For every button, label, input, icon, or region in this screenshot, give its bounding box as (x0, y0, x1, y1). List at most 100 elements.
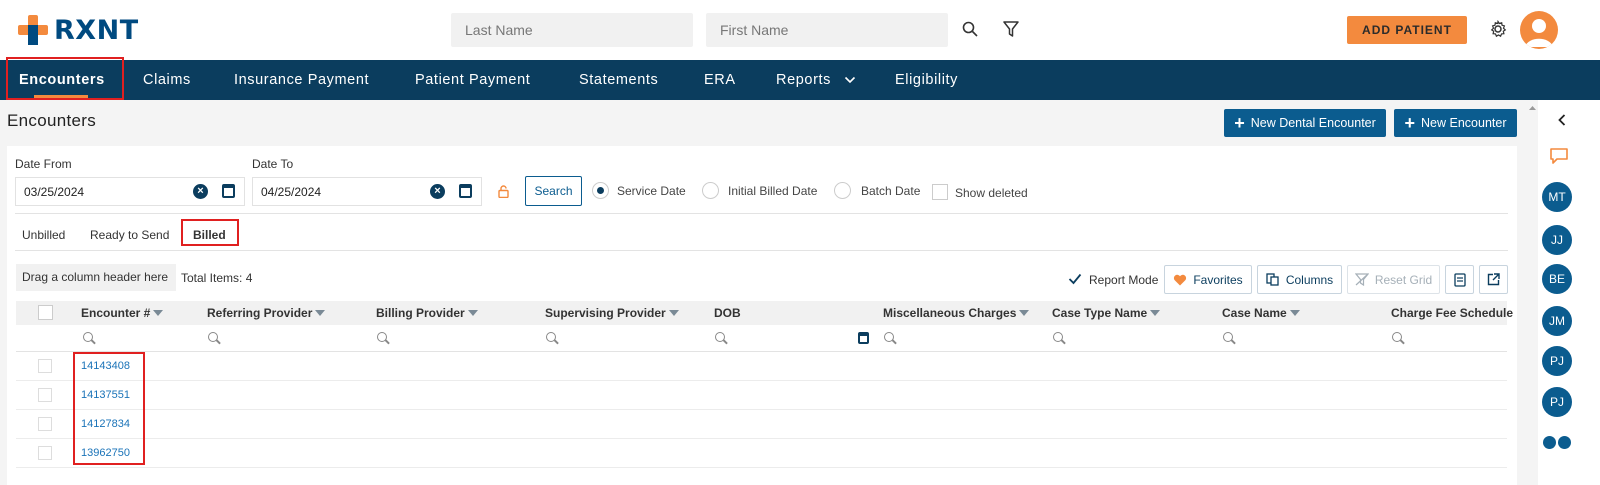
mini-avatar[interactable] (1558, 436, 1571, 449)
report-mode-label[interactable]: Report Mode (1089, 273, 1158, 287)
export-excel-button[interactable] (1445, 265, 1474, 294)
mini-avatar[interactable] (1543, 436, 1556, 449)
chevron-left-icon[interactable] (1555, 112, 1569, 128)
col-billing-provider[interactable]: Billing Provider (376, 306, 478, 320)
search-icon[interactable] (1392, 332, 1402, 342)
nav-claims[interactable]: Claims (143, 60, 191, 100)
col-encounter-number[interactable]: Encounter # (81, 306, 164, 320)
plus-icon: + (1234, 113, 1245, 133)
search-icon[interactable] (546, 332, 556, 342)
search-icon[interactable] (1223, 332, 1233, 342)
table-row[interactable]: 14143408 (16, 352, 1507, 381)
filter-icon[interactable] (153, 310, 164, 316)
user-initials-badge[interactable]: BE (1542, 264, 1572, 294)
date-from-value: 03/25/2024 (24, 185, 85, 199)
nav-reports[interactable]: Reports (776, 60, 856, 100)
filter-icon[interactable] (1019, 310, 1030, 316)
nav-patient-payment[interactable]: Patient Payment (415, 60, 530, 100)
row-checkbox[interactable] (38, 359, 52, 373)
tab-billed[interactable]: Billed (193, 228, 226, 242)
col-case-name[interactable]: Case Name (1222, 306, 1300, 320)
date-to-field[interactable]: 04/25/2024 × (252, 177, 482, 206)
add-patient-button[interactable]: ADD PATIENT (1347, 16, 1467, 44)
user-initials-badge[interactable]: PJ (1542, 346, 1572, 376)
filter-icon[interactable] (1150, 310, 1161, 316)
service-date-radio[interactable] (592, 182, 609, 199)
col-referring-provider[interactable]: Referring Provider (207, 306, 326, 320)
date-from-field[interactable]: 03/25/2024 × (15, 177, 245, 206)
nav-statements[interactable]: Statements (579, 60, 658, 100)
new-dental-encounter-button[interactable]: + New Dental Encounter (1224, 109, 1386, 137)
clear-icon[interactable]: × (193, 184, 208, 199)
filter-icon[interactable] (315, 310, 326, 316)
date-to-label: Date To (252, 157, 294, 171)
col-miscellaneous-charges[interactable]: Miscellaneous Charges (883, 306, 1030, 320)
columns-button[interactable]: Columns (1257, 265, 1342, 294)
filter-icon[interactable] (668, 310, 679, 316)
scrollbar[interactable] (1527, 100, 1538, 485)
search-icon[interactable] (715, 332, 725, 342)
encounter-link[interactable]: 14137551 (81, 389, 130, 401)
last-name-input[interactable] (451, 13, 693, 47)
encounter-link[interactable]: 14127834 (81, 418, 130, 430)
first-name-input[interactable] (706, 13, 948, 47)
calendar-icon[interactable] (222, 184, 235, 198)
col-charge-fee-schedule[interactable]: Charge Fee Schedule (1391, 306, 1513, 320)
nav-insurance-payment[interactable]: Insurance Payment (234, 60, 369, 100)
row-checkbox[interactable] (38, 388, 52, 402)
chevron-down-icon (844, 76, 855, 84)
table-row[interactable]: 13962750 (16, 439, 1507, 468)
unlock-icon[interactable] (496, 183, 510, 199)
row-checkbox[interactable] (38, 417, 52, 431)
batch-date-radio[interactable] (834, 182, 851, 199)
encounter-link[interactable]: 14143408 (81, 360, 130, 372)
filter-icon[interactable] (1001, 19, 1021, 39)
nav-encounters[interactable]: Encounters (19, 60, 105, 100)
date-search-button[interactable]: Search (525, 176, 582, 206)
export-button[interactable] (1479, 265, 1508, 294)
search-icon[interactable] (1053, 332, 1063, 342)
user-initials-badge[interactable]: PJ (1542, 387, 1572, 417)
calendar-icon[interactable] (858, 332, 869, 344)
user-initials-badge[interactable]: JM (1542, 306, 1572, 336)
clear-icon[interactable]: × (430, 184, 445, 199)
col-label: Charge Fee Schedule (1391, 306, 1514, 320)
filter-icon[interactable] (467, 310, 478, 316)
nav-eligibility[interactable]: Eligibility (895, 60, 958, 100)
check-icon[interactable] (1067, 271, 1083, 287)
rxnt-logo[interactable]: RXNT (18, 14, 139, 46)
filter-icon[interactable] (1289, 310, 1300, 316)
row-checkbox[interactable] (38, 446, 52, 460)
user-icon (1525, 19, 1553, 47)
user-initials-badge[interactable]: MT (1542, 182, 1572, 212)
col-case-type-name[interactable]: Case Type Name (1052, 306, 1161, 320)
search-icon[interactable] (208, 332, 218, 342)
nav-era[interactable]: ERA (704, 60, 736, 100)
table-row[interactable]: 14137551 (16, 381, 1507, 410)
initial-billed-date-radio[interactable] (702, 182, 719, 199)
show-deleted-checkbox[interactable] (932, 184, 948, 200)
select-all-checkbox[interactable] (38, 305, 53, 320)
table-row[interactable]: 14127834 (16, 410, 1507, 439)
reset-grid-button[interactable]: Reset Grid (1347, 265, 1440, 294)
tab-ready-to-send[interactable]: Ready to Send (90, 228, 169, 242)
col-dob[interactable]: DOB (714, 306, 741, 320)
calendar-icon[interactable] (459, 184, 472, 198)
user-initials-badge[interactable]: JJ (1542, 225, 1572, 255)
medical-cross-icon (18, 15, 48, 45)
chat-icon[interactable] (1548, 146, 1570, 166)
user-avatar[interactable] (1520, 11, 1558, 49)
col-label: DOB (714, 306, 741, 320)
search-icon[interactable] (83, 332, 93, 342)
search-icon[interactable] (884, 332, 894, 342)
favorites-button[interactable]: Favorites (1164, 265, 1252, 294)
encounter-link[interactable]: 13962750 (81, 447, 130, 459)
new-encounter-button[interactable]: + New Encounter (1394, 109, 1517, 137)
search-icon[interactable] (377, 332, 387, 342)
search-icon[interactable] (960, 19, 980, 39)
gear-icon[interactable] (1488, 19, 1508, 39)
group-drop-area[interactable]: Drag a column header here (16, 264, 176, 291)
logo-text: RXNT (54, 14, 139, 46)
tab-unbilled[interactable]: Unbilled (22, 228, 65, 242)
col-supervising-provider[interactable]: Supervising Provider (545, 306, 679, 320)
